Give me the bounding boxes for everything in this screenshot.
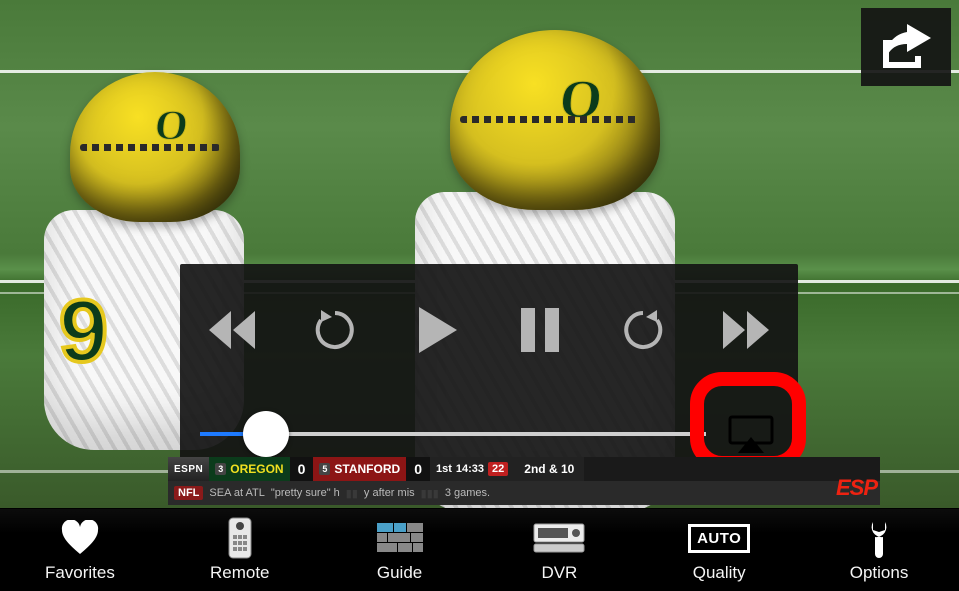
dvr-icon	[532, 517, 586, 559]
share-icon	[877, 22, 935, 72]
nav-guide[interactable]: Guide	[325, 517, 475, 583]
rewind-button[interactable]	[198, 298, 268, 362]
play-button[interactable]	[403, 298, 473, 362]
nav-label: Remote	[210, 563, 270, 583]
nav-options[interactable]: Options	[804, 517, 954, 583]
pause-button[interactable]	[505, 298, 575, 362]
nav-label: Guide	[377, 563, 422, 583]
skip-back-button[interactable]	[300, 298, 370, 362]
player-helmet: O	[70, 72, 240, 222]
home-team: 5 STANFORD	[313, 457, 406, 481]
nav-remote[interactable]: Remote	[165, 517, 315, 583]
nav-label: Quality	[693, 563, 746, 583]
bottom-nav: Favorites Remote Guide	[0, 509, 959, 591]
nav-label: Favorites	[45, 563, 115, 583]
network-badge: ESPN	[168, 457, 209, 481]
skip-forward-button[interactable]	[608, 298, 678, 362]
nav-dvr[interactable]: DVR	[484, 517, 634, 583]
nav-label: DVR	[541, 563, 577, 583]
away-team: 3 OREGON	[209, 457, 289, 481]
airplay-icon	[728, 415, 774, 453]
away-rank: 3	[215, 463, 226, 475]
rewind-icon	[205, 309, 261, 351]
fast-forward-icon	[717, 309, 773, 351]
share-button[interactable]	[861, 8, 951, 86]
auto-badge-icon: AUTO	[688, 517, 750, 559]
nav-label: Options	[850, 563, 909, 583]
nav-quality[interactable]: AUTO Quality	[644, 517, 794, 583]
nav-favorites[interactable]: Favorites	[5, 517, 155, 583]
playback-controls-panel	[180, 264, 798, 476]
helmet-logo: O	[557, 68, 606, 130]
guide-grid-icon	[377, 517, 423, 559]
ticker-text: 3 games.	[445, 487, 490, 499]
pause-icon	[519, 306, 561, 354]
play-icon	[415, 305, 461, 355]
ticker-quote: "pretty sure" h	[271, 487, 340, 499]
quarter: 1st	[436, 463, 452, 475]
helmet-logo: O	[152, 102, 190, 150]
seek-row	[180, 374, 798, 464]
fast-forward-button[interactable]	[710, 298, 780, 362]
down-distance: 2nd & 10	[514, 457, 584, 481]
player-helmet: O	[450, 30, 660, 210]
remote-icon	[228, 517, 252, 559]
away-score: 0	[290, 457, 314, 481]
home-rank: 5	[319, 463, 330, 475]
score-bug: ESPN 3 OREGON 0 5 STANFORD 0 1st 14:33 2…	[168, 457, 880, 505]
seek-track[interactable]	[200, 432, 706, 436]
airplay-button[interactable]	[724, 407, 778, 461]
home-score: 0	[406, 457, 430, 481]
ticker-game: SEA at ATL	[209, 487, 264, 499]
skip-back-icon	[312, 307, 358, 353]
wrench-icon	[862, 517, 896, 559]
game-clock: 14:33	[456, 463, 484, 475]
play-clock: 22	[488, 462, 508, 476]
ticker-league-badge: NFL	[174, 486, 203, 500]
clock-block: 1st 14:33 22	[430, 457, 514, 481]
away-name: OREGON	[230, 462, 283, 476]
transport-row	[180, 264, 798, 374]
score-top-row: ESPN 3 OREGON 0 5 STANFORD 0 1st 14:33 2…	[168, 457, 880, 481]
home-name: STANFORD	[334, 462, 400, 476]
skip-forward-icon	[620, 307, 666, 353]
jersey-number: 9	[59, 280, 108, 382]
seek-thumb[interactable]	[243, 411, 289, 457]
ticker-text: y after mis	[364, 487, 415, 499]
score-ticker: NFL SEA at ATL "pretty sure" h ▮▮ y afte…	[168, 481, 880, 505]
auto-badge-text: AUTO	[688, 524, 750, 553]
heart-icon	[60, 517, 100, 559]
